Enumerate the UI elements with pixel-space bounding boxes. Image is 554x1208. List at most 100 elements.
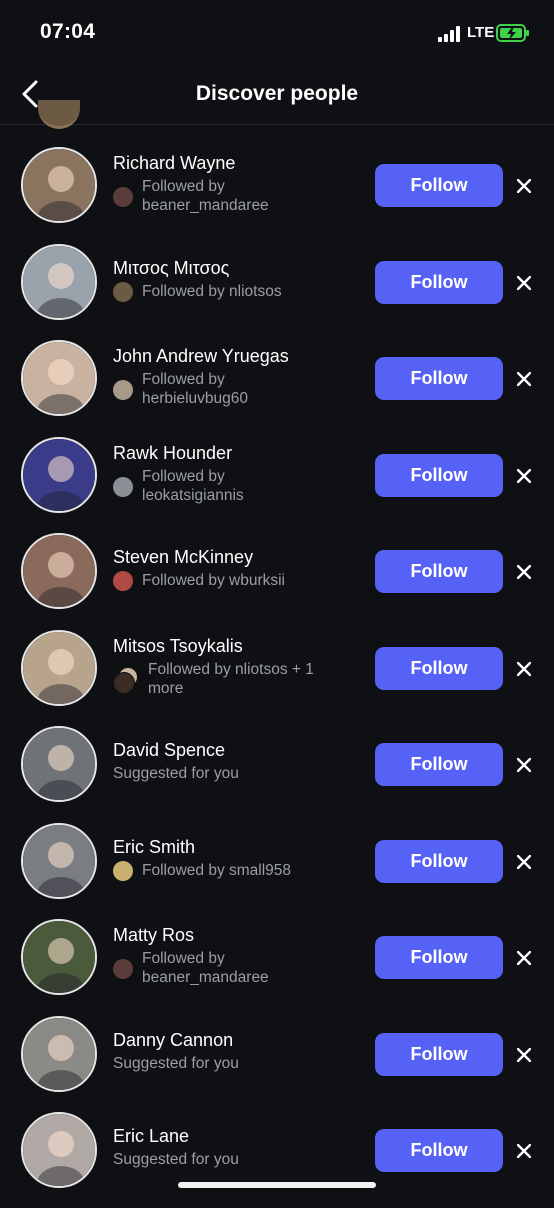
person-name[interactable]: Danny Cannon: [113, 1029, 363, 1051]
follow-button[interactable]: Follow: [375, 936, 503, 979]
mutual-avatar: [113, 187, 133, 207]
followed-by: Followed by nliotsos + 1 more: [113, 660, 363, 698]
list-item[interactable]: Μιτσος Μιτσος Followed by nliotsos Follow: [0, 244, 554, 340]
close-icon: [517, 179, 531, 193]
close-icon: [517, 1048, 531, 1062]
dismiss-button[interactable]: [512, 946, 536, 970]
followed-by-text: Followed by nliotsos: [142, 283, 282, 300]
page-title: Discover people: [195, 82, 359, 105]
follow-button[interactable]: Follow: [375, 164, 503, 207]
dismiss-button[interactable]: [512, 1043, 536, 1067]
person-name[interactable]: Μιτσος Μιτσος: [113, 257, 363, 279]
person-name[interactable]: Eric Lane: [113, 1125, 363, 1147]
suggestion-text: Suggested for you: [113, 1055, 239, 1072]
followed-by-text: Followed by herbieluvbug60: [142, 371, 249, 407]
list-item[interactable]: David Spence Suggested for you Follow: [0, 726, 554, 822]
followed-by-text: Followed by nliotsos + 1 more: [148, 661, 314, 697]
followed-by-text: Followed by beaner_mandaree: [142, 178, 269, 214]
follow-button[interactable]: Follow: [375, 550, 503, 593]
follow-button[interactable]: Follow: [375, 840, 503, 883]
network-label: LTE: [467, 24, 495, 41]
followed-by: Followed by wburksii: [113, 571, 363, 591]
list-item[interactable]: John Andrew Yruegas Followed by herbieluv…: [0, 340, 554, 436]
avatar[interactable]: [21, 533, 97, 609]
close-icon: [517, 469, 531, 483]
list-item[interactable]: Eric Lane Suggested for you Follow: [0, 1112, 554, 1208]
person-info: Matty Ros Followed by beaner_mandaree: [113, 924, 363, 987]
list-item[interactable]: Rawk Hounder Followed by leokatsigiannis F…: [0, 437, 554, 533]
mutual-avatar: [113, 380, 133, 400]
follow-button[interactable]: Follow: [375, 261, 503, 304]
dismiss-button[interactable]: [512, 174, 536, 198]
person-name[interactable]: Steven McKinney: [113, 546, 363, 568]
person-info: Eric Lane Suggested for you: [113, 1125, 363, 1169]
close-icon: [517, 758, 531, 772]
person-info: Steven McKinney Followed by wburksii: [113, 546, 363, 591]
followed-by: Followed by beaner_mandaree: [113, 177, 363, 215]
person-info: Μιτσος Μιτσος Followed by nliotsos: [113, 257, 363, 302]
close-icon: [517, 951, 531, 965]
followed-by-text: Followed by wburksii: [142, 572, 285, 589]
avatar[interactable]: [21, 340, 97, 416]
dismiss-button[interactable]: [512, 464, 536, 488]
avatar[interactable]: [21, 244, 97, 320]
person-name[interactable]: Mitsos Tsoykalis: [113, 635, 363, 657]
person-info: Mitsos Tsoykalis Followed by nliotsos + 1…: [113, 635, 363, 698]
followed-by: Followed by leokatsigiannis: [113, 467, 363, 505]
dismiss-button[interactable]: [512, 753, 536, 777]
mutual-avatar: [113, 959, 133, 979]
followed-by: Followed by beaner_mandaree: [113, 949, 363, 987]
person-name[interactable]: Rawk Hounder: [113, 442, 363, 464]
signal-icon: [438, 26, 460, 42]
avatar[interactable]: [21, 1016, 97, 1092]
dismiss-button[interactable]: [512, 367, 536, 391]
follow-button[interactable]: Follow: [375, 647, 503, 690]
list-item[interactable]: Eric Smith Followed by small958 Follow: [0, 823, 554, 919]
person-name[interactable]: Matty Ros: [113, 924, 363, 946]
follow-button[interactable]: Follow: [375, 357, 503, 400]
avatar[interactable]: [21, 919, 97, 995]
dismiss-button[interactable]: [512, 560, 536, 584]
dismiss-button[interactable]: [512, 1139, 536, 1163]
follow-button[interactable]: Follow: [375, 1033, 503, 1076]
person-info: Richard Wayne Followed by beaner_mandaree: [113, 152, 363, 215]
person-info: Rawk Hounder Followed by leokatsigiannis: [113, 442, 363, 505]
close-icon: [517, 565, 531, 579]
person-name[interactable]: Eric Smith: [113, 836, 363, 858]
avatar[interactable]: [21, 437, 97, 513]
followed-by-text: Followed by beaner_mandaree: [142, 950, 269, 986]
list-item[interactable]: Richard Wayne Followed by beaner_mandaree…: [0, 147, 554, 243]
close-icon: [517, 1144, 531, 1158]
avatar[interactable]: [21, 823, 97, 899]
person-name[interactable]: John Andrew Yruegas: [113, 345, 363, 367]
follow-button[interactable]: Follow: [375, 1129, 503, 1172]
follow-button[interactable]: Follow: [375, 454, 503, 497]
status-time: 07:04: [40, 20, 96, 43]
list-item[interactable]: Matty Ros Followed by beaner_mandaree Foll…: [0, 919, 554, 1015]
mutual-avatar: [113, 571, 133, 591]
person-name[interactable]: Richard Wayne: [113, 152, 363, 174]
avatar[interactable]: [21, 147, 97, 223]
dismiss-button[interactable]: [512, 657, 536, 681]
avatar[interactable]: [21, 726, 97, 802]
followed-by: Followed by small958: [113, 861, 363, 881]
avatar[interactable]: [21, 630, 97, 706]
close-icon: [517, 662, 531, 676]
follow-button[interactable]: Follow: [375, 743, 503, 786]
suggestion-text: Suggested for you: [113, 765, 239, 782]
close-icon: [517, 276, 531, 290]
dismiss-button[interactable]: [512, 271, 536, 295]
mutual-avatars: [113, 668, 139, 694]
list-item[interactable]: Steven McKinney Followed by wburksii Follo…: [0, 533, 554, 629]
person-info: Danny Cannon Suggested for you: [113, 1029, 363, 1073]
person-name[interactable]: David Spence: [113, 739, 363, 761]
dismiss-button[interactable]: [512, 850, 536, 874]
followed-by: Followed by herbieluvbug60: [113, 370, 363, 408]
list-item[interactable]: Danny Cannon Suggested for you Follow: [0, 1016, 554, 1112]
avatar[interactable]: [21, 1112, 97, 1188]
mutual-avatar: [113, 861, 133, 881]
mutual-avatar: [113, 477, 133, 497]
status-bar: 07:04 LTE: [0, 0, 554, 66]
close-icon: [517, 372, 531, 386]
list-item[interactable]: Mitsos Tsoykalis Followed by nliotsos + 1…: [0, 630, 554, 726]
